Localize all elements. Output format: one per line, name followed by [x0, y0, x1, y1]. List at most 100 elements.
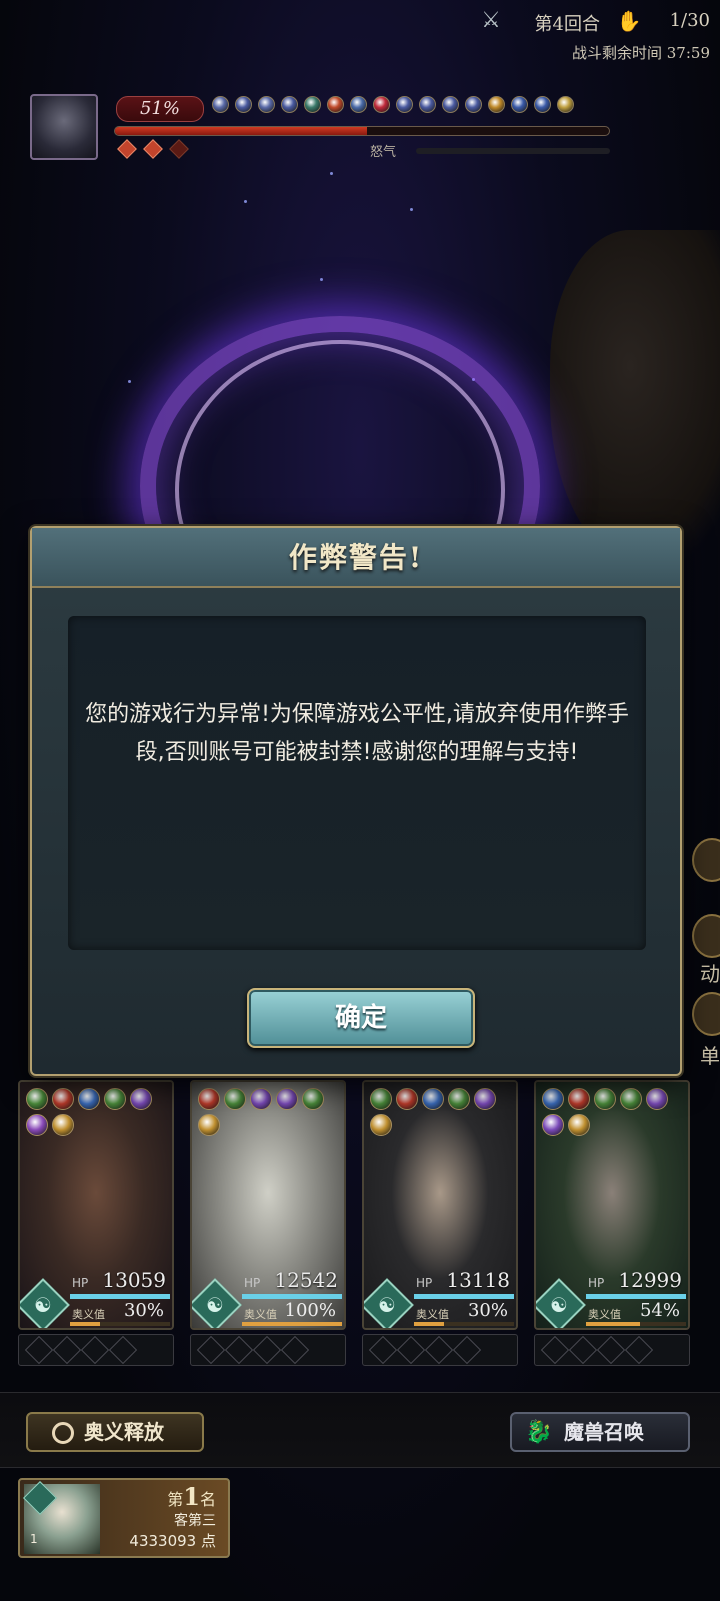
hp-bar	[242, 1294, 342, 1299]
side-single-button[interactable]	[692, 992, 720, 1036]
slot-diamond[interactable]	[108, 1335, 138, 1365]
skill-icon[interactable]	[26, 1088, 48, 1110]
buff-icon[interactable]	[258, 96, 275, 113]
ougi-label: 奥义值	[416, 1308, 449, 1321]
slot-diamond[interactable]	[568, 1335, 598, 1365]
star	[128, 380, 131, 383]
rank-position: 第1名	[167, 1482, 216, 1511]
buff-icon[interactable]	[534, 96, 551, 113]
skill-icon[interactable]	[104, 1088, 126, 1110]
star	[244, 200, 247, 203]
slot-diamond[interactable]	[52, 1335, 82, 1365]
skill-icon[interactable]	[52, 1088, 74, 1110]
skill-icon[interactable]	[224, 1088, 246, 1110]
buff-icon[interactable]	[465, 96, 482, 113]
skill-icon[interactable]	[594, 1088, 616, 1110]
rank-prefix: 第	[167, 1490, 184, 1509]
dialog-message: 您的游戏行为异常!为保障游戏公平性,请放弃使用作弊手段,否则账号可能被封禁!感谢…	[85, 702, 629, 765]
character-card[interactable]: ☯ HP 12542 奥义值 100%	[190, 1080, 346, 1330]
footprint-icon: ✋	[616, 9, 642, 33]
skill-icon[interactable]	[474, 1088, 496, 1110]
skill-icon[interactable]	[198, 1114, 220, 1136]
skill-icon[interactable]	[646, 1088, 668, 1110]
buff-icon[interactable]	[235, 96, 252, 113]
swirl-icon: ☯	[206, 1293, 224, 1317]
side-auto-button[interactable]	[692, 914, 720, 958]
skill-icon[interactable]	[542, 1114, 564, 1136]
slot-diamond[interactable]	[224, 1335, 254, 1365]
battle-timer: 战斗剩余时间 37:59	[572, 44, 710, 62]
ougi-release-button[interactable]: 奥义释放	[26, 1412, 204, 1452]
swirl-icon: ☯	[34, 1293, 52, 1317]
slot-diamond[interactable]	[252, 1335, 282, 1365]
buff-icon[interactable]	[419, 96, 436, 113]
skill-icon-row	[542, 1088, 686, 1136]
buff-icon[interactable]	[511, 96, 528, 113]
skill-icon[interactable]	[250, 1088, 272, 1110]
slot-diamond[interactable]	[624, 1335, 654, 1365]
rage-gem-icon	[117, 139, 137, 159]
skill-icon-row	[26, 1088, 170, 1136]
skill-icon[interactable]	[276, 1088, 298, 1110]
skill-icon[interactable]	[542, 1088, 564, 1110]
slot-diamond[interactable]	[196, 1335, 226, 1365]
rage-gem-icon	[143, 139, 163, 159]
character-card[interactable]: ☯ HP 13059 奥义值 30%	[18, 1080, 174, 1330]
skill-icon[interactable]	[130, 1088, 152, 1110]
slot-diamond[interactable]	[280, 1335, 310, 1365]
equipment-slots	[362, 1334, 518, 1366]
side-skill-button[interactable]	[692, 838, 720, 882]
slot-diamond[interactable]	[424, 1335, 454, 1365]
hp-label: HP	[416, 1276, 433, 1290]
star	[320, 278, 323, 281]
skill-icon[interactable]	[422, 1088, 444, 1110]
buff-icon[interactable]	[442, 96, 459, 113]
round-counter: 第4回合	[534, 14, 600, 35]
skill-icon[interactable]	[568, 1088, 590, 1110]
buff-icon[interactable]	[373, 96, 390, 113]
side-auto-label: 动	[700, 962, 720, 986]
swirl-icon: ☯	[550, 1293, 568, 1317]
skill-icon[interactable]	[448, 1088, 470, 1110]
skill-icon[interactable]	[620, 1088, 642, 1110]
character-card[interactable]: ☯ HP 12999 奥义值 54%	[534, 1080, 690, 1330]
skill-icon[interactable]	[370, 1088, 392, 1110]
slot-diamond[interactable]	[596, 1335, 626, 1365]
ougi-value: 30%	[467, 1300, 508, 1321]
buff-icon[interactable]	[488, 96, 505, 113]
beast-summon-button[interactable]: 🐉 魔兽召唤	[510, 1412, 690, 1452]
slot-diamond[interactable]	[396, 1335, 426, 1365]
buff-icon[interactable]	[212, 96, 229, 113]
buff-icon[interactable]	[396, 96, 413, 113]
rank-number: 1	[183, 1482, 200, 1511]
character-card[interactable]: ☯ HP 13118 奥义值 30%	[362, 1080, 518, 1330]
swirl-icon: ☯	[378, 1293, 396, 1317]
skill-icon[interactable]	[198, 1088, 220, 1110]
skill-icon[interactable]	[396, 1088, 418, 1110]
skill-icon[interactable]	[302, 1088, 324, 1110]
skill-icon[interactable]	[568, 1114, 590, 1136]
boss-hp-percent: 51%	[116, 96, 204, 122]
buff-icon[interactable]	[350, 96, 367, 113]
buff-icon[interactable]	[327, 96, 344, 113]
slot-diamond[interactable]	[80, 1335, 110, 1365]
boss-portrait[interactable]	[30, 94, 98, 160]
slot-diamond[interactable]	[24, 1335, 54, 1365]
boss-buff-list[interactable]	[212, 96, 574, 113]
buff-icon[interactable]	[557, 96, 574, 113]
confirm-button[interactable]: 确定	[247, 988, 475, 1048]
rank-panel[interactable]: 1 第1名 客第三 4333093 点	[18, 1478, 230, 1558]
slot-diamond[interactable]	[452, 1335, 482, 1365]
skill-icon[interactable]	[52, 1114, 74, 1136]
equipment-slots	[18, 1334, 174, 1366]
skill-icon[interactable]	[26, 1114, 48, 1136]
hp-bar	[586, 1294, 686, 1299]
skill-icon[interactable]	[78, 1088, 100, 1110]
star	[410, 208, 413, 211]
slot-diamond[interactable]	[368, 1335, 398, 1365]
buff-icon[interactable]	[304, 96, 321, 113]
skill-icon[interactable]	[370, 1114, 392, 1136]
rank-score: 4333093 点	[129, 1532, 216, 1550]
buff-icon[interactable]	[281, 96, 298, 113]
slot-diamond[interactable]	[540, 1335, 570, 1365]
